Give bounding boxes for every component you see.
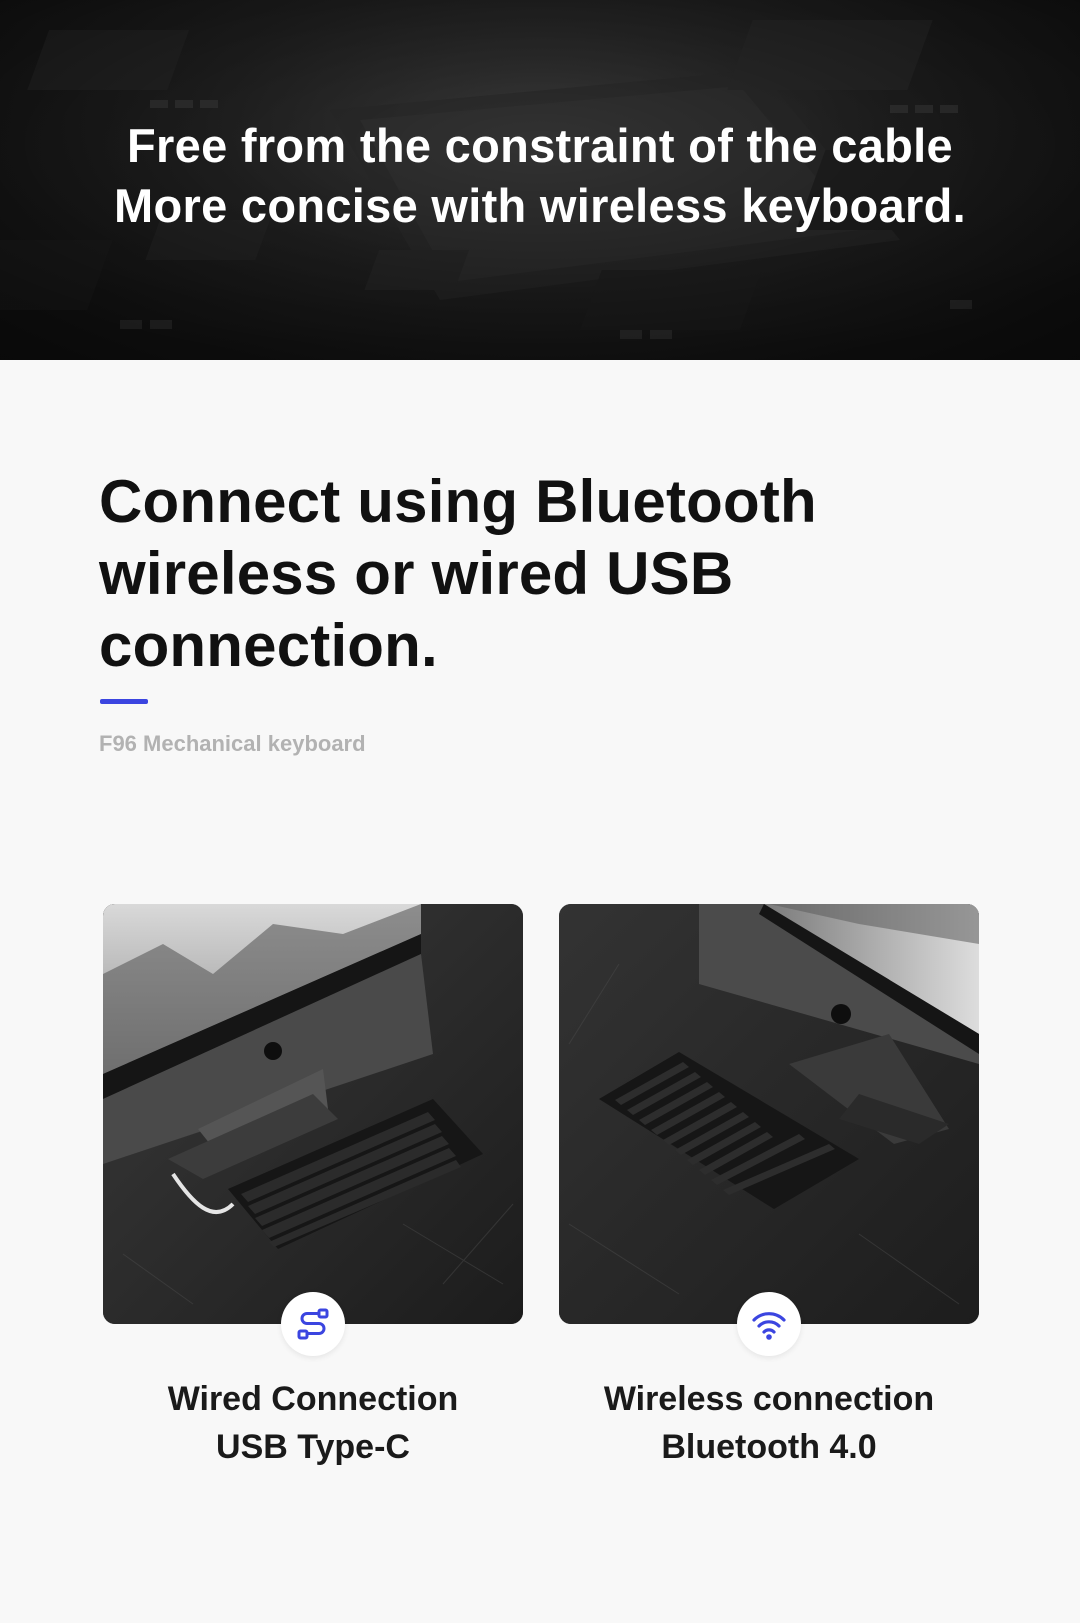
wired-connection-card: Wired Connection USB Type-C bbox=[103, 904, 523, 1466]
wifi-badge bbox=[737, 1292, 801, 1356]
section-headline: Connect using Bluetooth wireless or wire… bbox=[99, 466, 899, 682]
headline-line-2: wireless or wired USB bbox=[99, 540, 734, 607]
usb-cable-icon bbox=[297, 1308, 329, 1340]
wired-card-title: Wired Connection bbox=[167, 1380, 459, 1418]
wired-keyboard-photo bbox=[103, 904, 523, 1324]
hero-line-1: Free from the constraint of the cable bbox=[127, 119, 953, 172]
headline-line-1: Connect using Bluetooth bbox=[99, 468, 817, 535]
product-subtitle: F96 Mechanical keyboard bbox=[99, 731, 366, 756]
accent-divider bbox=[100, 699, 148, 704]
hero-banner: Free from the constraint of the cable Mo… bbox=[0, 0, 1080, 360]
wireless-keyboard-photo bbox=[559, 904, 979, 1324]
hero-line-2: More concise with wireless keyboard. bbox=[114, 179, 966, 232]
wifi-icon bbox=[752, 1312, 786, 1340]
wireless-card-title: Wireless connection bbox=[603, 1380, 935, 1418]
headline-line-3: connection. bbox=[99, 612, 438, 679]
usb-badge bbox=[281, 1292, 345, 1356]
wireless-card-subtitle: Bluetooth 4.0 bbox=[661, 1428, 877, 1466]
wireless-connection-card: Wireless connection Bluetooth 4.0 bbox=[559, 904, 979, 1466]
wired-card-subtitle: USB Type-C bbox=[216, 1428, 410, 1466]
